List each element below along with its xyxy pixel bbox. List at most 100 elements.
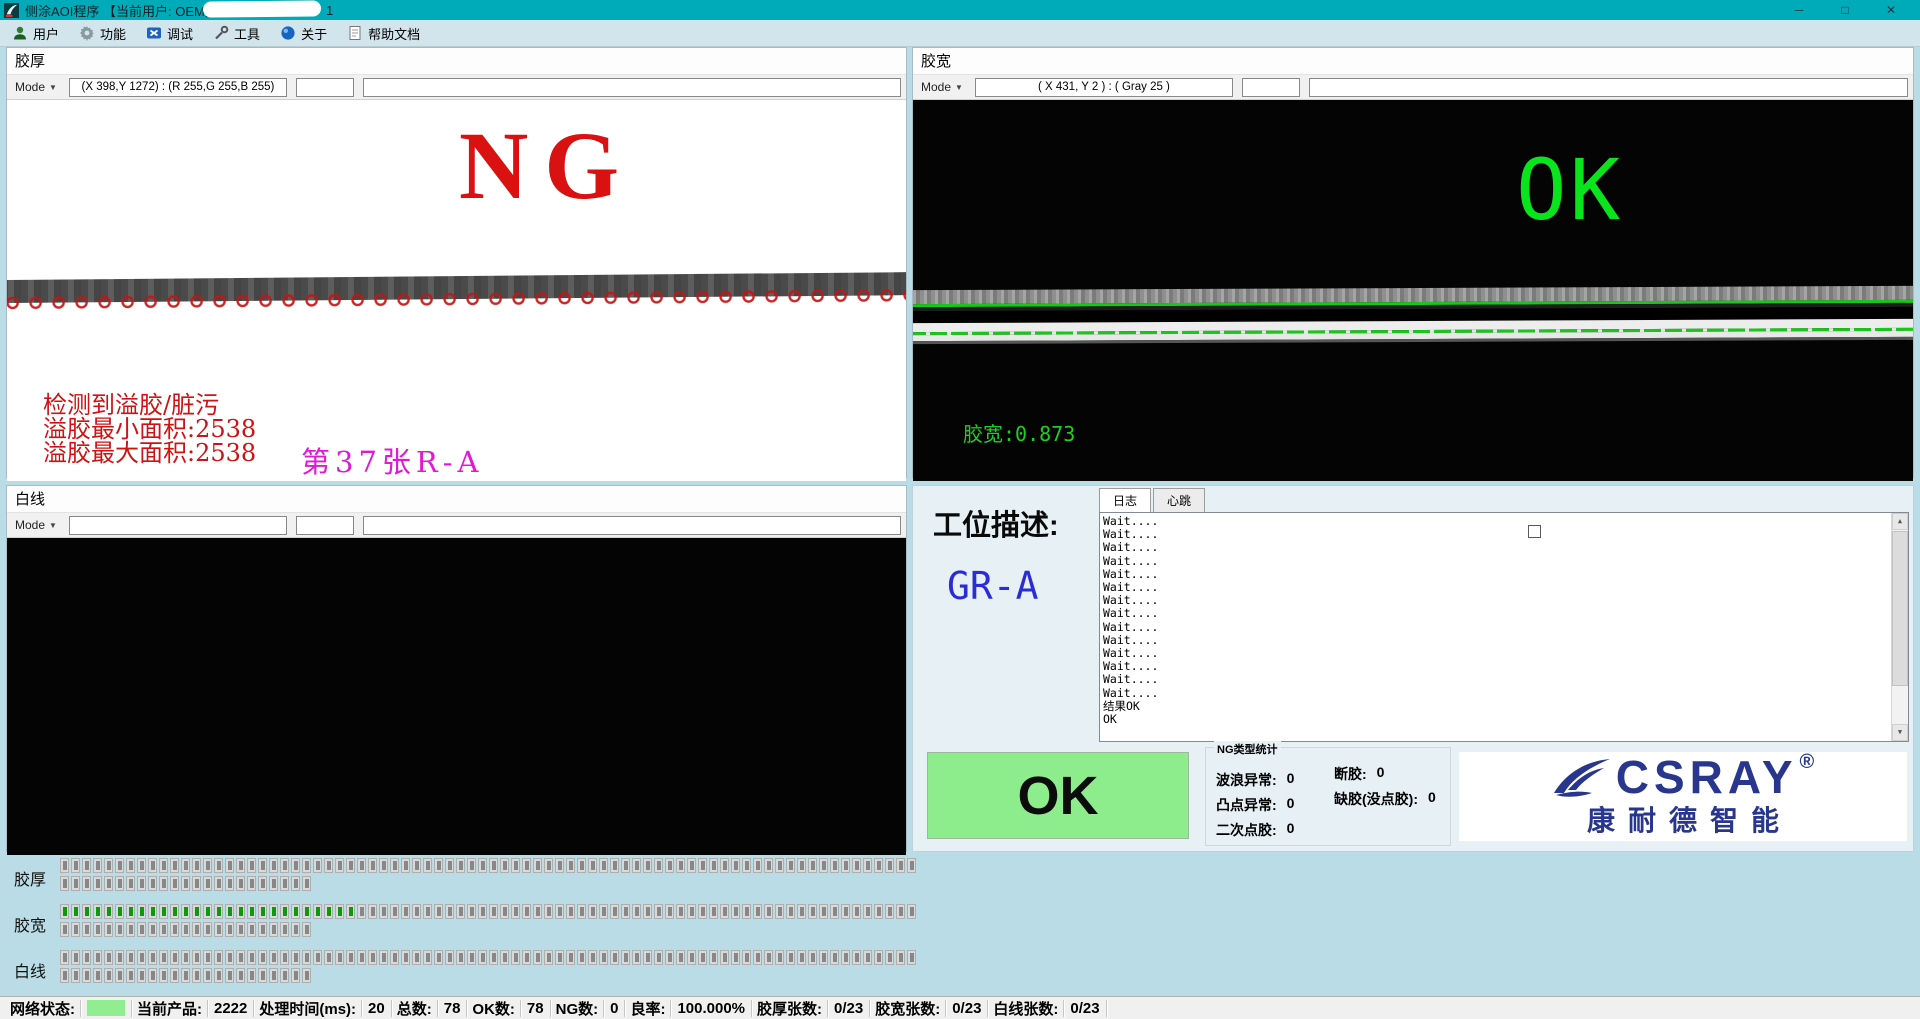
image-view-glue-width[interactable]: OK 胶宽:0.873 — [913, 100, 1913, 481]
progress-square — [654, 950, 663, 965]
tab-log[interactable]: 日志 — [1099, 488, 1151, 512]
progress-square — [709, 858, 718, 873]
progress-square — [159, 950, 168, 965]
menu-bar: 用户功能调试工具关于帮助文档 — [0, 20, 1920, 47]
log-scrollbar[interactable]: ▲ ▼ — [1891, 513, 1908, 741]
progress-square — [467, 950, 476, 965]
input-small-white-line[interactable] — [296, 516, 354, 535]
progress-label-glue-width: 胶宽 — [14, 912, 46, 936]
progress-square — [291, 922, 300, 937]
progress-square — [225, 950, 234, 965]
ng-stat-value: 0 — [1287, 820, 1295, 840]
menu-item-features[interactable]: 功能 — [71, 22, 138, 45]
input-small-glue-width[interactable] — [1242, 78, 1300, 97]
progress-square — [808, 858, 817, 873]
scroll-down-icon[interactable]: ▼ — [1892, 724, 1908, 741]
log-lines: Wait....Wait....Wait....Wait....Wait....… — [1103, 515, 1908, 726]
progress-square — [214, 876, 223, 891]
scrollbar-thumb[interactable] — [1892, 531, 1908, 686]
chevron-down-icon: ▼ — [955, 83, 963, 92]
mode-dropdown-white-line[interactable]: Mode ▼ — [12, 517, 60, 533]
progress-square — [60, 950, 69, 965]
log-line: Wait.... — [1103, 687, 1908, 700]
progress-square — [225, 968, 234, 983]
overall-result-button[interactable]: OK — [927, 752, 1189, 839]
progress-square — [115, 950, 124, 965]
minimize-button[interactable]: ─ — [1776, 0, 1822, 20]
input-long-glue-thickness[interactable] — [363, 78, 901, 97]
progress-square — [258, 858, 267, 873]
progress-square — [544, 904, 553, 919]
progress-square — [555, 950, 564, 965]
progress-square — [335, 950, 344, 965]
progress-square — [665, 904, 674, 919]
progress-square — [555, 904, 564, 919]
mode-dropdown-glue-thickness[interactable]: Mode ▼ — [12, 79, 60, 95]
progress-label-glue-thickness: 胶厚 — [14, 866, 46, 890]
ng-stats-group: NG类型统计 波浪异常:0凸点异常:0二次点胶:0 断胶:0缺胶(没点胶):0 — [1205, 747, 1451, 846]
progress-square — [687, 858, 696, 873]
progress-square — [874, 858, 883, 873]
progress-square — [148, 950, 157, 965]
maximize-button[interactable]: □ — [1822, 0, 1868, 20]
input-long-glue-width[interactable] — [1309, 78, 1908, 97]
menu-item-help[interactable]: 帮助文档 — [339, 22, 432, 45]
progress-square — [225, 876, 234, 891]
menu-item-debug[interactable]: 调试 — [138, 22, 205, 45]
registered-mark: ® — [1800, 751, 1815, 774]
progress-square — [841, 858, 850, 873]
log-list[interactable]: Wait....Wait....Wait....Wait....Wait....… — [1099, 512, 1909, 742]
log-line: 结果OK — [1103, 700, 1908, 713]
divider — [670, 1000, 671, 1017]
progress-square — [632, 858, 641, 873]
progress-square — [478, 858, 487, 873]
ng-stat-item: 波浪异常:0 — [1216, 770, 1294, 790]
ng-stats-col2: 断胶:0缺胶(没点胶):0 — [1334, 764, 1436, 814]
status-label: 良率: — [630, 998, 665, 1019]
progress-square — [115, 904, 124, 919]
chevron-down-icon: ▼ — [49, 521, 57, 530]
progress-square — [731, 858, 740, 873]
progress-square — [599, 858, 608, 873]
station-description-label: 工位描述: — [933, 502, 1059, 544]
progress-square — [170, 876, 179, 891]
log-line: Wait.... — [1103, 621, 1908, 634]
divider — [827, 1000, 828, 1017]
scroll-up-icon[interactable]: ▲ — [1892, 513, 1908, 530]
image-view-glue-thickness[interactable]: NG 检测到溢胶/脏污 溢胶最小面积:2538 溢胶最大面积:2538 第37张… — [7, 100, 906, 481]
progress-square — [93, 950, 102, 965]
window-controls: ─ □ ✕ — [1776, 0, 1914, 20]
progress-square — [247, 904, 256, 919]
progress-square — [247, 922, 256, 937]
menu-item-about[interactable]: 关于 — [272, 22, 339, 45]
progress-square — [71, 904, 80, 919]
input-long-white-line[interactable] — [363, 516, 901, 535]
progress-square — [269, 904, 278, 919]
divider — [253, 1000, 254, 1017]
menu-item-user[interactable]: 用户 — [4, 22, 71, 45]
input-small-glue-thickness[interactable] — [296, 78, 354, 97]
log-checkbox[interactable] — [1528, 525, 1541, 538]
mode-dropdown-glue-width[interactable]: Mode ▼ — [918, 79, 966, 95]
status-value: 0/23 — [1070, 1000, 1099, 1017]
progress-square — [797, 904, 806, 919]
divider — [751, 1000, 752, 1017]
progress-square — [753, 858, 762, 873]
progress-square — [60, 922, 69, 937]
progress-square — [93, 922, 102, 937]
progress-square — [742, 904, 751, 919]
progress-square — [676, 858, 685, 873]
progress-square — [907, 904, 916, 919]
progress-square — [522, 904, 531, 919]
progress-square — [478, 950, 487, 965]
progress-square — [346, 858, 355, 873]
status-value: 0 — [610, 1000, 618, 1017]
progress-square — [687, 950, 696, 965]
progress-square — [225, 858, 234, 873]
progress-square — [379, 904, 388, 919]
close-button[interactable]: ✕ — [1868, 0, 1914, 20]
menu-item-tools[interactable]: 工具 — [205, 22, 272, 45]
image-view-white-line[interactable] — [7, 538, 906, 855]
ng-stat-label: 断胶: — [1334, 764, 1367, 784]
tab-heartbeat[interactable]: 心跳 — [1153, 488, 1205, 512]
